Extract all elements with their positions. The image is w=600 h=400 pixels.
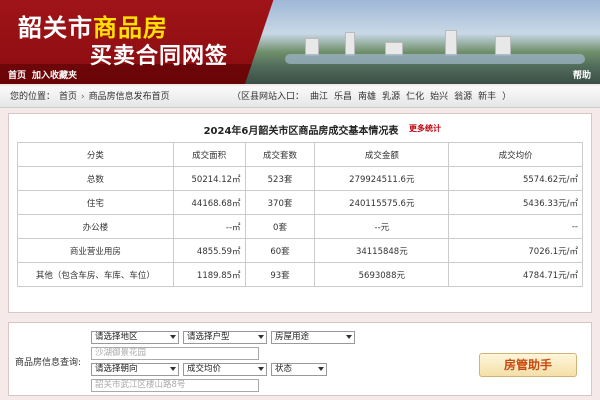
row-category: 商业营业用房 (17, 238, 174, 263)
table-row: 商业营业用房 4855.59㎡ 60套 34115848元 7026.1元/㎡ (17, 238, 583, 263)
breadcrumb-current: 商品房信息发布首页 (88, 92, 170, 102)
photo-river (285, 54, 585, 64)
chevron-down-icon (170, 367, 176, 371)
county-link-wengyuan[interactable]: 翁源 (454, 92, 472, 102)
direction-select[interactable]: 请选择朝向 (91, 363, 179, 376)
county-link-ruyuan[interactable]: 乳源 (382, 92, 400, 102)
chevron-down-icon (258, 335, 264, 339)
county-links: （区县网站入口： 曲江 乐昌 南雄 乳源 仁化 始兴 翁源 新丰 ） (232, 86, 517, 108)
row-area: 1189.85㎡ (172, 262, 246, 287)
row-units: 523套 (244, 166, 316, 191)
breadcrumb: 您的位置： 首页 › 商品房信息发布首页 （区县网站入口： 曲江 乐昌 南雄 乳源 仁化 始兴 翁源… (0, 86, 600, 108)
stats-table: 分类 成交面积 成交套数 成交金额 成交均价 总数 50214.12㎡ 523套… (17, 142, 583, 287)
site-subtitle: 买卖合同网签 (90, 44, 229, 69)
stats-title: 2024年6月韶关市区商品房成交基本情况表 (203, 126, 399, 137)
stats-panel: 2024年6月韶关市区商品房成交基本情况表 更多统计 分类 成交面积 成交套数 … (8, 113, 592, 313)
header-banner: 韶关市商品房 买卖合同网签 首页 加入收藏夹 帮助 (0, 0, 600, 84)
row-units: 0套 (244, 214, 316, 239)
nav-favorite-link[interactable]: 加入收藏夹 (32, 68, 77, 81)
row-units: 93套 (244, 262, 316, 287)
column-header: 成交面积 (172, 142, 246, 167)
chevron-down-icon (170, 335, 176, 339)
county-link-qujiang[interactable]: 曲江 (310, 92, 328, 102)
layout-type-select[interactable]: 请选择户型 (183, 331, 267, 344)
chevron-down-icon (258, 367, 264, 371)
region-select[interactable]: 请选择地区 (91, 331, 179, 344)
column-header: 分类 (17, 142, 174, 167)
status-select-value: 状态 (275, 364, 293, 374)
county-link-nanxiong[interactable]: 南雄 (358, 92, 376, 102)
row-amount: 279924511.6元 (314, 166, 450, 191)
row-avg-price: 5574.62元/㎡ (448, 166, 583, 191)
query-label: 商品房信息查询: (15, 358, 82, 368)
table-row: 办公楼 --㎡ 0套 --元 -- (17, 214, 583, 239)
table-row: 住宅 44168.68㎡ 370套 240115575.6元 5436.33元/… (17, 190, 583, 215)
breadcrumb-label: 您的位置： (10, 92, 56, 102)
table-row: 其他（包含车房、车库、车位） 1189.85㎡ 93套 5693088元 478… (17, 262, 583, 287)
breadcrumb-separator: › (81, 92, 85, 102)
price-select[interactable]: 成交均价 (183, 363, 267, 376)
row-category: 总数 (17, 166, 174, 191)
chevron-down-icon (346, 335, 352, 339)
photo-building (495, 36, 511, 56)
county-link-shixing[interactable]: 始兴 (430, 92, 448, 102)
row-category: 住宅 (17, 190, 174, 215)
county-link-xinfeng[interactable]: 新丰 (478, 92, 496, 102)
row-units: 60套 (244, 238, 316, 263)
usage-select-value: 房屋用途 (275, 332, 310, 342)
photo-building (445, 30, 457, 56)
table-row: 总数 50214.12㎡ 523套 279924511.6元 5574.62元/… (17, 166, 583, 191)
row-category: 办公楼 (17, 214, 174, 239)
county-label-close: ） (502, 92, 512, 102)
header-city-photo (245, 0, 600, 84)
region-select-value: 请选择地区 (95, 332, 138, 342)
row-amount: 5693088元 (314, 262, 450, 287)
housing-helper-button[interactable]: 房管助手 (479, 353, 577, 377)
address-input[interactable]: 韶关市武江区楼山路8号 (91, 379, 259, 392)
project-name-input[interactable]: 沙湖御景花园 (91, 347, 259, 360)
site-title-city: 韶关市 (18, 14, 93, 42)
nav-home-link[interactable]: 首页 (8, 68, 26, 81)
row-amount: --元 (314, 214, 450, 239)
county-link-renhua[interactable]: 仁化 (406, 92, 424, 102)
breadcrumb-home-link[interactable]: 首页 (59, 92, 77, 102)
column-header: 成交套数 (244, 142, 316, 167)
row-amount: 240115575.6元 (314, 190, 450, 215)
layout-type-select-value: 请选择户型 (187, 332, 230, 342)
row-area: --㎡ (172, 214, 246, 239)
column-header: 成交均价 (448, 142, 583, 167)
nav-help-link[interactable]: 帮助 (573, 68, 591, 81)
row-avg-price: 5436.33元/㎡ (448, 190, 583, 215)
photo-building (345, 32, 355, 56)
status-select[interactable]: 状态 (271, 363, 327, 376)
row-area: 4855.59㎡ (172, 238, 246, 263)
chevron-down-icon (318, 367, 324, 371)
column-header: 成交金额 (314, 142, 450, 167)
row-category: 其他（包含车房、车库、车位） (17, 262, 174, 287)
row-avg-price: -- (448, 214, 583, 239)
county-label: （区县网站入口： (232, 92, 305, 102)
property-query-form: 商品房信息查询: 请选择地区 请选择户型 房屋用途 沙湖御景花园 请选择朝向 成… (8, 322, 592, 396)
usage-select[interactable]: 房屋用途 (271, 331, 355, 344)
row-avg-price: 4784.71元/㎡ (448, 262, 583, 287)
row-area: 44168.68㎡ (172, 190, 246, 215)
county-link-lechang[interactable]: 乐昌 (334, 92, 352, 102)
price-select-value: 成交均价 (187, 364, 222, 374)
row-avg-price: 7026.1元/㎡ (448, 238, 583, 263)
row-units: 370套 (244, 190, 316, 215)
row-area: 50214.12㎡ (172, 166, 246, 191)
more-stats-link[interactable]: 更多统计 (409, 123, 441, 134)
row-amount: 34115848元 (314, 238, 450, 263)
table-header-row: 分类 成交面积 成交套数 成交金额 成交均价 (17, 142, 583, 167)
direction-select-value: 请选择朝向 (95, 364, 138, 374)
